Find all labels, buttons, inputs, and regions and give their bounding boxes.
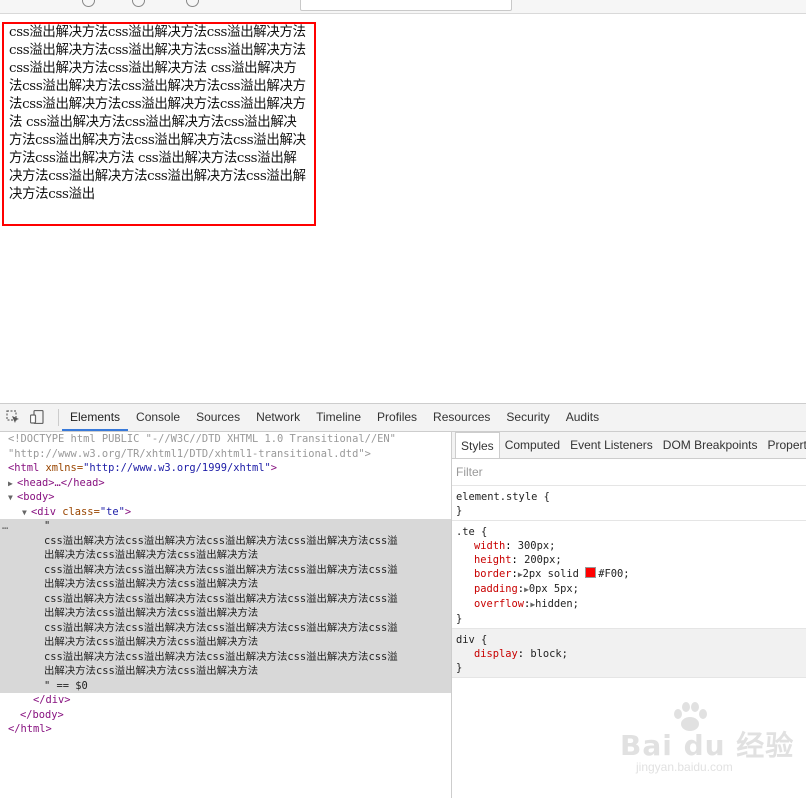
property-name: padding [474, 583, 518, 595]
address-bar[interactable] [300, 0, 512, 11]
text-node-line: 出解决方法css溢出解决方法css溢出解决方法 [44, 607, 259, 619]
html-attr-value: "http://www.w3.org/1999/xhtml" [83, 462, 271, 474]
property-name: border [474, 568, 512, 580]
tab-computed[interactable]: Computed [500, 432, 565, 458]
dom-tree: <!DOCTYPE html PUBLIC "-//W3C//DTD XHTML… [0, 432, 452, 798]
property-value: 200px; [524, 554, 562, 566]
tab-timeline[interactable]: Timeline [308, 404, 369, 431]
css-property[interactable]: border:▶2px solid #F00; [456, 567, 802, 582]
property-name: width [474, 540, 506, 552]
property-value: 0px 5px; [528, 583, 579, 595]
html-node[interactable]: <html xmlns="http://www.w3.org/1999/xhtm… [0, 461, 451, 476]
back-icon[interactable] [82, 0, 95, 7]
property-name: height [474, 554, 512, 566]
tab-elements[interactable]: Elements [62, 404, 129, 431]
text-node-line: css溢出解决方法css溢出解决方法css溢出解决方法css溢出解决方法css溢 [44, 592, 398, 605]
rule-selector[interactable]: .te { [456, 525, 802, 539]
expand-triangle-icon[interactable]: ▶ [8, 477, 17, 492]
refresh-icon[interactable] [132, 0, 145, 7]
overflow-demo-box: css溢出解决方法css溢出解决方法css溢出解决方法css溢出解决方法css溢… [2, 22, 316, 226]
css-property[interactable]: padding:▶0px 5px; [456, 582, 802, 597]
tab-dom-breakpoints[interactable]: DOM Breakpoints [658, 432, 763, 458]
text-node-line: css溢出解决方法css溢出解决方法css溢出解决方法css溢出解决方法css溢 [44, 563, 398, 576]
body-close-tag[interactable]: </body> [0, 708, 451, 723]
tab-profiles[interactable]: Profiles [369, 404, 425, 431]
css-property[interactable]: height: 200px; [456, 553, 802, 567]
tab-audits[interactable]: Audits [558, 404, 607, 431]
te-rule: .te { width: 300px; height: 200px; borde… [452, 521, 806, 629]
watermark-brand: Bai du 经验 [620, 729, 795, 762]
color-swatch[interactable] [585, 567, 597, 578]
body-node[interactable]: ▼ <body> [0, 490, 451, 505]
html-attr-name: xmlns= [39, 462, 84, 474]
device-mode-icon[interactable] [30, 410, 44, 424]
text-node-line: css溢出解决方法css溢出解决方法css溢出解决方法css溢出解决方法css溢 [44, 621, 398, 634]
browser-toolbar [0, 0, 806, 14]
tab-event-listeners[interactable]: Event Listeners [565, 432, 658, 458]
rule-selector[interactable]: div { [456, 633, 802, 647]
div-open-tag: <div [31, 505, 57, 518]
text-quote-close: " == $0 [0, 679, 451, 694]
tab-network[interactable]: Network [248, 404, 308, 431]
inspect-icon[interactable] [6, 410, 20, 424]
css-property[interactable]: width: 300px; [456, 539, 802, 553]
styles-filter-input[interactable]: Filter [452, 459, 806, 486]
rule-selector[interactable]: element.style { [456, 490, 802, 504]
tab-console[interactable]: Console [128, 404, 188, 431]
div-rule: div { display: block; } [452, 629, 806, 678]
property-value: 300px; [517, 540, 556, 552]
div-close-bracket: > [124, 505, 132, 518]
head-tag: <head>…</head> [17, 476, 105, 489]
property-value: hidden; [535, 598, 579, 610]
div-attr-value: "te" [99, 505, 125, 518]
div-node[interactable]: ▼ <div class="te"> [0, 505, 451, 520]
div-close-tag[interactable]: </div> [0, 693, 451, 708]
tab-styles[interactable]: Styles [455, 432, 500, 458]
css-property[interactable]: overflow:▶hidden; [456, 597, 802, 612]
tab-sources[interactable]: Sources [188, 404, 248, 431]
text-node-line: 出解决方法css溢出解决方法css溢出解决方法 [44, 636, 259, 648]
div-attr-name: class= [56, 505, 100, 518]
baidu-watermark: Bai du 经验 jingyan.baidu.com [616, 702, 796, 776]
body-open-tag: <body> [17, 491, 55, 503]
html-close-tag[interactable]: </html> [0, 722, 451, 737]
tab-security[interactable]: Security [498, 404, 557, 431]
collapse-triangle-icon[interactable]: ▼ [8, 491, 17, 506]
text-node-line: css溢出解决方法css溢出解决方法css溢出解决方法css溢出解决方法css溢 [44, 534, 398, 547]
doctype-line-1: <!DOCTYPE html PUBLIC "-//W3C//DTD XHTML… [8, 433, 396, 445]
tab-resources[interactable]: Resources [425, 404, 498, 431]
text-node-line: 出解决方法css溢出解决方法css溢出解决方法 [44, 549, 259, 561]
styles-tabs: Styles Computed Event Listeners DOM Brea… [452, 432, 806, 459]
text-quote-open: " [44, 520, 51, 532]
property-name: display [474, 648, 518, 660]
devtools-toolbar: Elements Console Sources Network Timelin… [0, 404, 806, 432]
toolbar-divider [58, 409, 59, 426]
html-open-tag: <html [8, 462, 40, 474]
selected-text-node[interactable]: … " css溢出解决方法css溢出解决方法css溢出解决方法css溢出解决方法… [0, 519, 451, 693]
rule-close-brace: } [456, 613, 463, 625]
text-node-line: css溢出解决方法css溢出解决方法css溢出解决方法css溢出解决方法css溢 [44, 650, 398, 663]
color-value: #F00; [598, 568, 630, 580]
html-close-bracket: > [270, 462, 278, 474]
home-icon[interactable] [186, 0, 199, 7]
collapse-triangle-icon[interactable]: ▼ [22, 506, 31, 521]
rule-close-brace: } [456, 662, 463, 674]
tab-properties[interactable]: Properti [762, 432, 806, 458]
text-node-line: 出解决方法css溢出解决方法css溢出解决方法 [44, 665, 259, 677]
property-value: block; [530, 648, 568, 660]
watermark-url: jingyan.baidu.com [636, 760, 733, 774]
element-style-rule: element.style { } [452, 486, 806, 521]
text-node-line: 出解决方法css溢出解决方法css溢出解决方法 [44, 578, 259, 590]
quote-close: " == $0 [44, 679, 88, 692]
rule-close-brace: } [456, 505, 463, 517]
property-name: overflow [474, 598, 525, 610]
css-property[interactable]: display: block; [456, 647, 802, 661]
doctype-line-2: "http://www.w3.org/TR/xhtml1/DTD/xhtml1-… [8, 447, 371, 460]
head-node[interactable]: ▶ <head>…</head> [0, 476, 451, 491]
devtools-tabs: Elements Console Sources Network Timelin… [62, 404, 607, 431]
property-value: 2px solid [522, 568, 579, 580]
